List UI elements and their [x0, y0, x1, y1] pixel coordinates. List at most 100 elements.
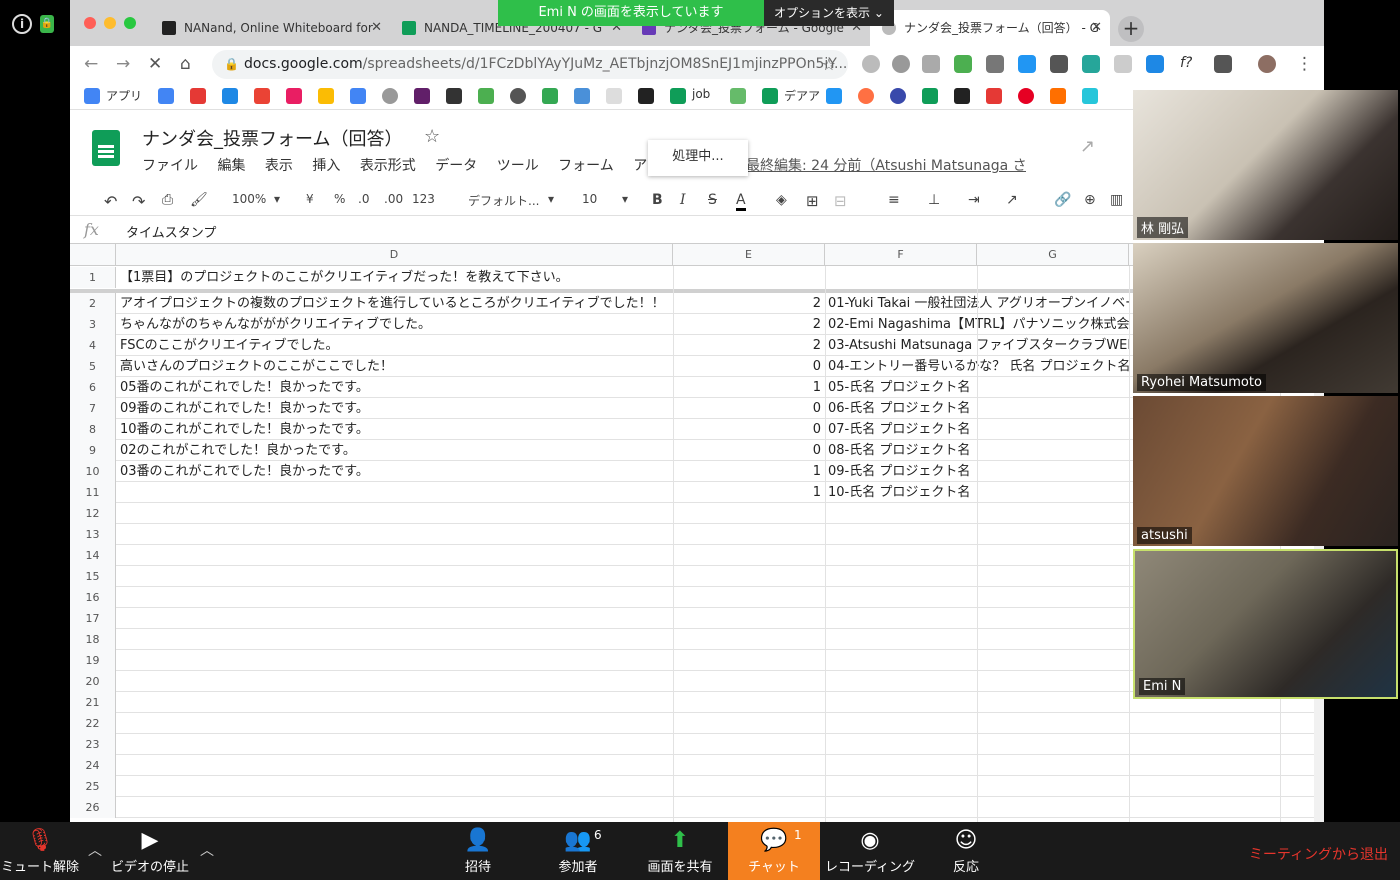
- cell-d[interactable]: [120, 545, 670, 566]
- cell-d[interactable]: [120, 692, 670, 713]
- wrap-icon[interactable]: ⇥: [968, 192, 980, 208]
- chevron-up-icon[interactable]: ︿: [200, 840, 214, 860]
- cell-d[interactable]: [120, 713, 670, 734]
- extension-icon[interactable]: [862, 55, 880, 73]
- row-number[interactable]: 24: [70, 755, 116, 776]
- row-number[interactable]: 4: [70, 335, 116, 356]
- bookmark-apps[interactable]: アプリ: [106, 87, 142, 104]
- bookmark-icon[interactable]: [826, 88, 842, 104]
- cell-d[interactable]: FSCのここがクリエイティブでした。: [120, 335, 670, 356]
- screenshot-icon[interactable]: [1050, 55, 1068, 73]
- unmute-button[interactable]: 🎙 ミュート解除: [0, 822, 80, 880]
- cell-e[interactable]: [673, 713, 821, 734]
- cell-e[interactable]: [673, 692, 821, 713]
- cell-f[interactable]: 02-Emi Nagashima【MTRL】パナソニック株式会社: [828, 314, 1130, 335]
- sheets-icon[interactable]: [762, 88, 778, 104]
- cell-f[interactable]: [828, 671, 1130, 692]
- bookmark-icon[interactable]: [954, 88, 970, 104]
- row-number[interactable]: 18: [70, 629, 116, 650]
- menu-file[interactable]: ファイル: [142, 158, 198, 174]
- cell-f[interactable]: [828, 734, 1130, 755]
- cell-d[interactable]: [120, 608, 670, 629]
- cell-f[interactable]: [828, 776, 1130, 797]
- gmail-icon[interactable]: [254, 88, 270, 104]
- tab-responses[interactable]: ナンダ会_投票フォーム（回答） - G ✕: [870, 10, 1110, 46]
- sheets-logo-icon[interactable]: [92, 130, 120, 166]
- row-number[interactable]: 9: [70, 440, 116, 461]
- cell-f[interactable]: 05-氏名 プロジェクト名: [828, 377, 1130, 398]
- video-tile[interactable]: atsushi: [1133, 396, 1398, 546]
- redo-icon[interactable]: ↷: [132, 192, 145, 211]
- column-header-g[interactable]: G: [977, 244, 1129, 266]
- cell-f[interactable]: 08-氏名 プロジェクト名: [828, 440, 1130, 461]
- row-number[interactable]: 21: [70, 692, 116, 713]
- cell-f[interactable]: 03-Atsushi Matsunaga ファイブスタークラブWEBサ: [828, 335, 1130, 356]
- row-number[interactable]: 19: [70, 650, 116, 671]
- maximize-window-button[interactable]: [124, 17, 136, 29]
- cell-d[interactable]: 【1票目】のプロジェクトのここがクリエイティブだった！を教えて下さい。: [120, 267, 670, 288]
- new-tab-button[interactable]: +: [1118, 16, 1144, 42]
- video-tile-active-speaker[interactable]: Emi N: [1133, 549, 1398, 699]
- lock-icon[interactable]: 🔒: [40, 15, 54, 33]
- row-number[interactable]: 5: [70, 356, 116, 377]
- cell-e[interactable]: [673, 566, 821, 587]
- cell-e[interactable]: [673, 267, 821, 288]
- cell-d[interactable]: [120, 734, 670, 755]
- row-number[interactable]: 25: [70, 776, 116, 797]
- photos-icon[interactable]: [286, 88, 302, 104]
- cell-d[interactable]: [120, 629, 670, 650]
- cell-d[interactable]: 05番のこれがこれでした！良かったです。: [120, 377, 670, 398]
- cell-f[interactable]: 01-Yuki Takai 一般社団法人 アグリオープンイノベー: [828, 293, 1130, 314]
- video-tile[interactable]: 林 剛弘: [1133, 90, 1398, 240]
- fill-color-icon[interactable]: ◈: [776, 192, 787, 208]
- bookmark-data[interactable]: デアア: [784, 87, 820, 104]
- pinterest-icon[interactable]: [1018, 88, 1034, 104]
- stop-icon[interactable]: ✕: [148, 54, 162, 74]
- row-number[interactable]: 8: [70, 419, 116, 440]
- cell-f[interactable]: 04-エントリー番号いるかな？ 氏名 プロジェクト名: [828, 356, 1130, 377]
- asana-icon[interactable]: [858, 88, 874, 104]
- cell-f[interactable]: [828, 755, 1130, 776]
- merge-cells-icon[interactable]: ⊟: [834, 192, 847, 210]
- window-icon[interactable]: [1018, 55, 1036, 73]
- chat-button[interactable]: 💬 チャット: [728, 822, 820, 880]
- decrease-decimal-button[interactable]: .0: [358, 192, 369, 206]
- bookmark-icon[interactable]: [222, 88, 238, 104]
- row-number[interactable]: 23: [70, 734, 116, 755]
- cell-d[interactable]: アオイプロジェクトの複数のプロジェクトを進行しているところがクリエイティブでした…: [120, 293, 670, 314]
- menu-form[interactable]: フォーム: [558, 158, 614, 174]
- row-number[interactable]: 15: [70, 566, 116, 587]
- cell-e[interactable]: 1: [673, 377, 821, 398]
- cell-e[interactable]: 2: [673, 314, 821, 335]
- apps-icon[interactable]: [84, 88, 100, 104]
- last-edit-link[interactable]: 最終編集: 24 分前（Atsushi Matsunaga さん）: [746, 155, 1026, 175]
- cell-e[interactable]: [673, 608, 821, 629]
- row-number[interactable]: 26: [70, 797, 116, 818]
- cell-f[interactable]: [828, 566, 1130, 587]
- bookmark-job[interactable]: job: [692, 87, 710, 101]
- row-number[interactable]: 1: [70, 267, 116, 288]
- cell-d[interactable]: [120, 776, 670, 797]
- cell-d[interactable]: [120, 482, 670, 503]
- cell-e[interactable]: [673, 629, 821, 650]
- home-icon[interactable]: ⌂: [180, 54, 191, 74]
- bookmark-icon[interactable]: [1050, 88, 1066, 104]
- cell-f[interactable]: [828, 713, 1130, 734]
- evernote-icon[interactable]: [954, 55, 972, 73]
- cell-d[interactable]: [120, 503, 670, 524]
- bookmark-icon[interactable]: [730, 88, 746, 104]
- menu-insert[interactable]: 挿入: [312, 158, 340, 174]
- cell-e[interactable]: [673, 776, 821, 797]
- chevron-down-icon[interactable]: ▾: [274, 192, 280, 206]
- row-number[interactable]: 17: [70, 608, 116, 629]
- download-icon[interactable]: [1146, 55, 1164, 73]
- drive-icon[interactable]: [318, 88, 334, 104]
- bold-icon[interactable]: B: [652, 192, 663, 208]
- column-header-e[interactable]: E: [673, 244, 825, 266]
- row-number[interactable]: 12: [70, 503, 116, 524]
- star-icon[interactable]: ☆: [424, 126, 440, 147]
- cell-f[interactable]: 07-氏名 プロジェクト名: [828, 419, 1130, 440]
- refresh-extension-icon[interactable]: [1082, 55, 1100, 73]
- maps-icon[interactable]: [542, 88, 558, 104]
- cell-d[interactable]: 高いさんのプロジェクトのここがここでした！: [120, 356, 670, 377]
